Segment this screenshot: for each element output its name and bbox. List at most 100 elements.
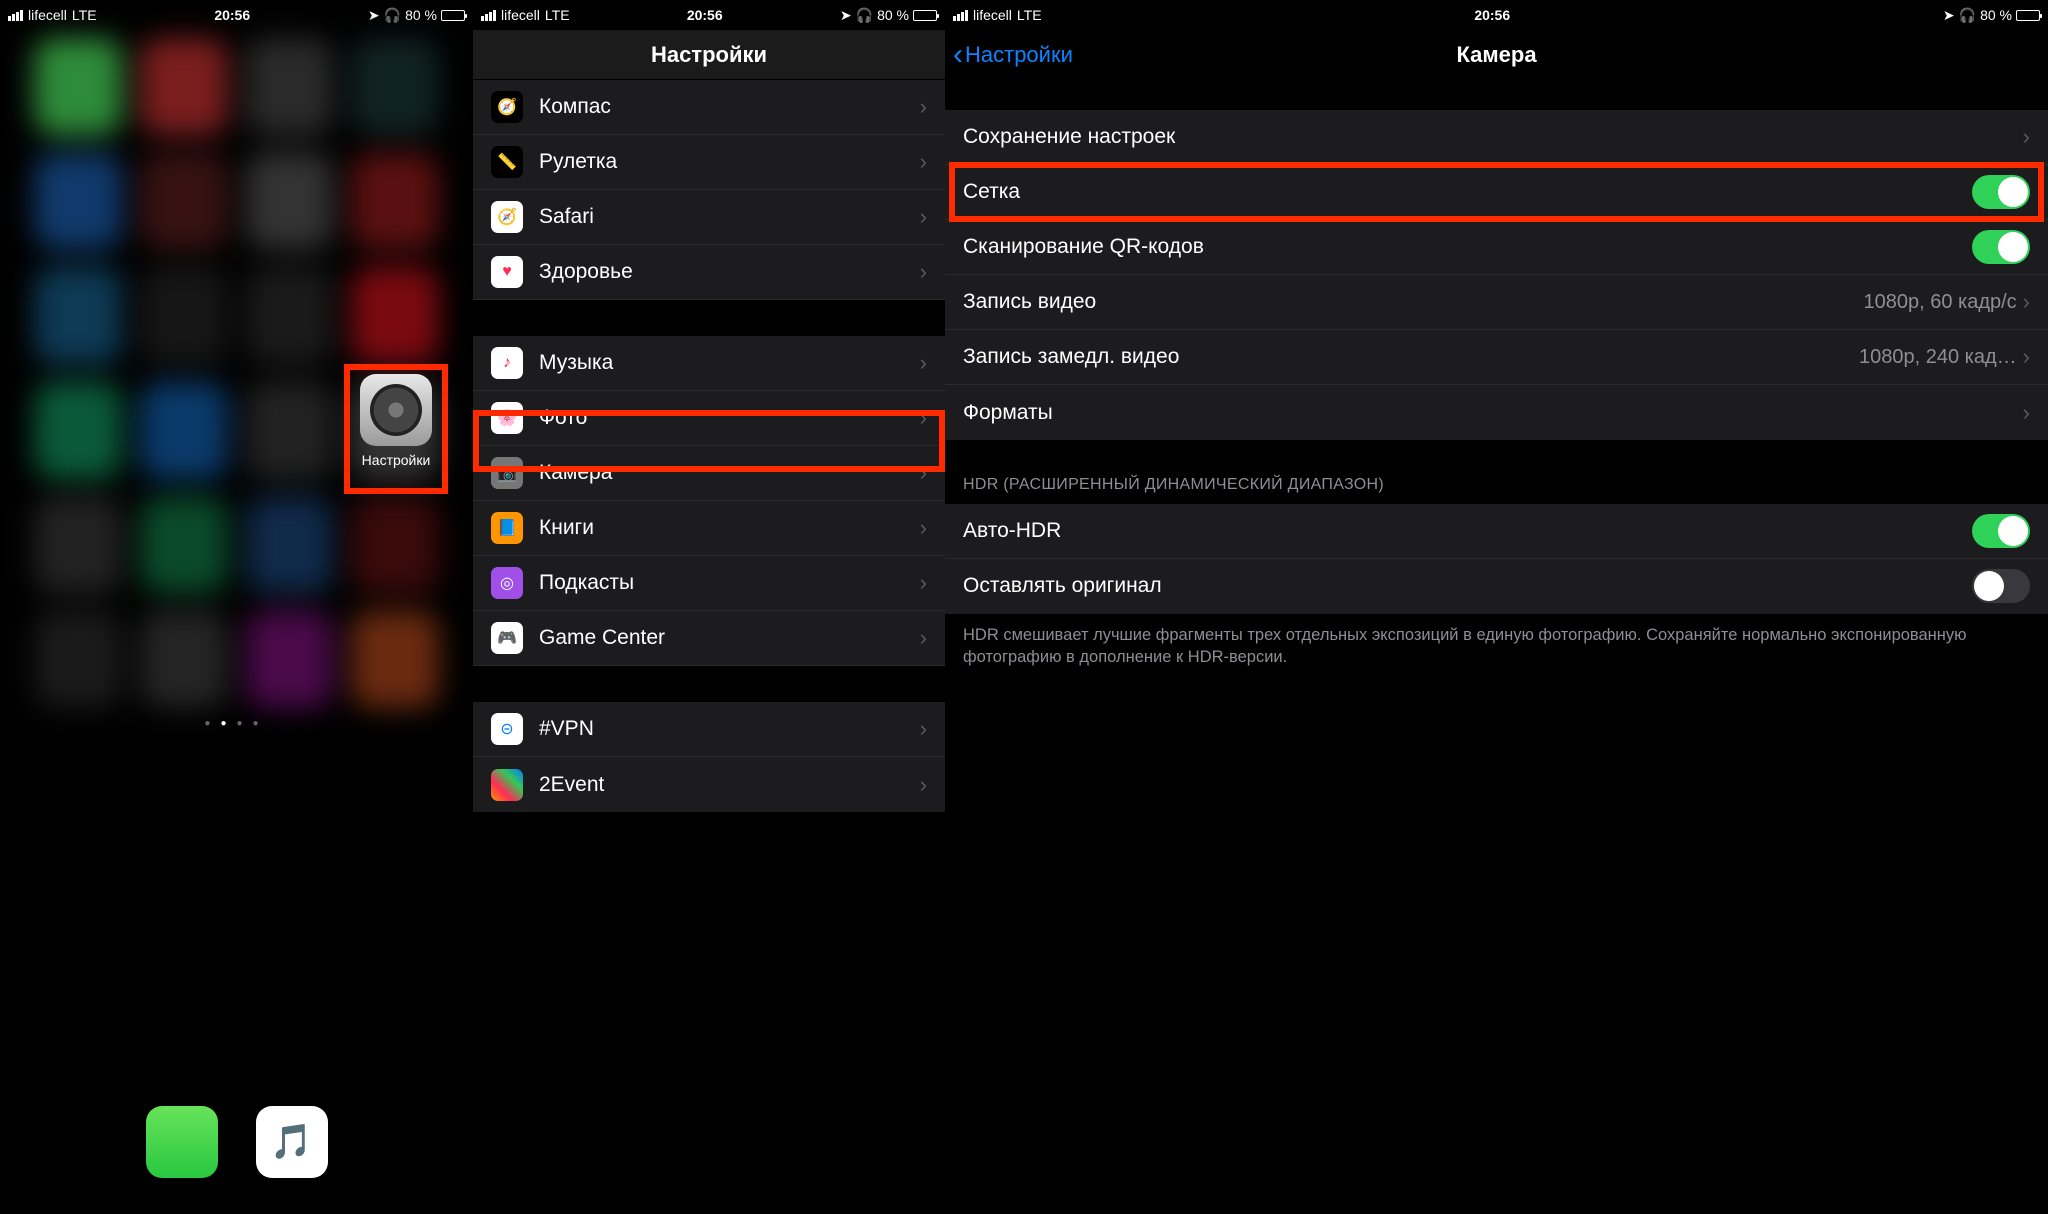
chevron-right-icon: › [920,716,927,742]
row-auto-hdr[interactable]: Авто-HDR [945,504,2048,559]
row-camera[interactable]: 📷 Камера› [473,446,945,501]
row-label: Здоровье [539,260,920,284]
chevron-right-icon: › [920,149,927,175]
headphones-icon: 🎧 [856,7,873,24]
row-label: Авто-HDR [963,519,1972,543]
row-keep-original[interactable]: Оставлять оригинал [945,559,2048,614]
chevron-right-icon: › [920,570,927,596]
books-icon: 📘 [491,512,523,544]
row-label: Форматы [963,401,2023,425]
location-icon: ➤ [1943,7,1955,24]
row-video[interactable]: Запись видео1080p, 60 кадр/с › [945,275,2048,330]
status-bar: lifecellLTE 20:56 ➤🎧80 % [945,0,2048,30]
row-label: Музыка [539,351,920,375]
row-2event[interactable]: 2Event› [473,757,945,812]
chevron-right-icon: › [920,94,927,120]
signal-icon [953,10,968,21]
settings-list[interactable]: 🧭Компас› 📏Рулетка› 🧭Safari› ♥Здоровье› ♪… [473,80,945,812]
keep-original-toggle[interactable] [1972,569,2030,603]
qr-toggle[interactable] [1972,230,2030,264]
chevron-right-icon: › [2023,289,2030,315]
navbar: ‹Настройки Камера [945,30,2048,80]
chevron-right-icon: › [920,204,927,230]
gamecenter-icon: 🎮 [491,622,523,654]
carrier-label: lifecell [501,7,540,23]
row-health[interactable]: ♥Здоровье› [473,245,945,300]
compass-icon: 🧭 [491,91,523,123]
photos-icon: 🌸 [491,402,523,434]
row-label: Книги [539,516,920,540]
chevron-right-icon: › [2023,400,2030,426]
headphones-icon: 🎧 [1959,7,1976,24]
row-gamecenter[interactable]: 🎮Game Center› [473,611,945,666]
row-music[interactable]: ♪Музыка› [473,336,945,391]
row-grid[interactable]: Сетка [945,165,2048,220]
battery-percent: 80 % [877,7,909,23]
chevron-right-icon: › [920,405,927,431]
location-icon: ➤ [368,7,380,24]
podcasts-icon: ◎ [491,567,523,599]
phone-app-icon[interactable] [146,1106,218,1178]
row-label: Game Center [539,626,920,650]
chevron-right-icon: › [2023,344,2030,370]
row-books[interactable]: 📘 Книги› [473,501,945,556]
row-podcasts[interactable]: ◎ Подкасты› [473,556,945,611]
grid-toggle[interactable] [1972,175,2030,209]
hdr-list[interactable]: Авто-HDR Оставлять оригинал [945,504,2048,614]
hdr-footer: HDR смешивает лучшие фрагменты трех отде… [945,614,2048,669]
row-preserve-settings[interactable]: Сохранение настроек› [945,110,2048,165]
auto-hdr-toggle[interactable] [1972,514,2030,548]
vpn-icon: ⊝ [491,713,523,745]
clock-label: 20:56 [1042,7,1943,23]
navbar: Настройки [473,30,945,80]
battery-icon [441,10,465,21]
carrier-label: lifecell [28,7,67,23]
page-dots[interactable]: ●●●● [0,718,473,729]
row-label: #VPN [539,717,920,741]
battery-icon [2016,10,2040,21]
row-label: Подкасты [539,571,920,595]
row-qr[interactable]: Сканирование QR-кодов [945,220,2048,275]
network-label: LTE [545,7,570,23]
battery-icon [913,10,937,21]
row-label: Safari [539,205,920,229]
row-label: Сканирование QR-кодов [963,235,1972,259]
chevron-right-icon: › [920,772,927,798]
camera-list[interactable]: Сохранение настроек› Сетка Сканирование … [945,110,2048,440]
row-formats[interactable]: Форматы› [945,385,2048,440]
safari-icon: 🧭 [491,201,523,233]
network-label: LTE [72,7,97,23]
music-app-icon[interactable]: 🎵 [256,1106,328,1178]
dock: 🎵 [0,1094,473,1214]
row-label: Запись замедл. видео [963,345,1859,369]
row-vpn[interactable]: ⊝ #VPN› [473,702,945,757]
back-button[interactable]: ‹Настройки [953,38,1073,72]
settings-app-icon[interactable] [360,374,432,446]
row-slomo[interactable]: Запись замедл. видео1080p, 240 кад… › [945,330,2048,385]
row-label: Запись видео [963,290,1863,314]
row-safari[interactable]: 🧭 Safari› [473,190,945,245]
carrier-label: lifecell [973,7,1012,23]
2event-icon [491,769,523,801]
signal-icon [481,10,496,21]
row-label: Сохранение настроек [963,125,2023,149]
camera-icon: 📷 [491,457,523,489]
row-photos[interactable]: 🌸Фото› [473,391,945,446]
highlight-settings-app: Настройки [344,364,448,494]
row-label: Оставлять оригинал [963,574,1972,598]
row-measure[interactable]: 📏Рулетка› [473,135,945,190]
chevron-right-icon: › [2023,124,2030,150]
row-label: Рулетка [539,150,920,174]
chevron-right-icon: › [920,515,927,541]
chevron-left-icon: ‹ [953,38,963,72]
row-value: 1080p, 60 кадр/с [1863,291,2016,314]
chevron-right-icon: › [920,460,927,486]
row-label: Компас [539,95,920,119]
row-label: 2Event [539,773,920,797]
clock-label: 20:56 [570,7,840,23]
row-label: Камера [539,461,920,485]
location-icon: ➤ [840,7,852,24]
health-icon: ♥ [491,256,523,288]
row-value: 1080p, 240 кад… [1859,346,2017,369]
row-compass[interactable]: 🧭 Компас› [473,80,945,135]
